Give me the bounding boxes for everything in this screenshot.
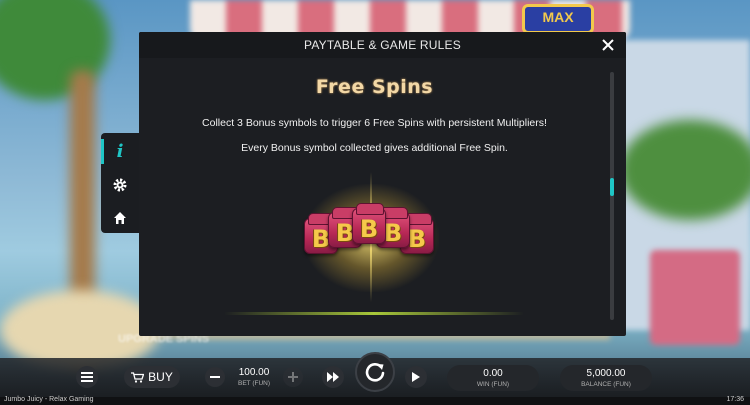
balance-display: 5,000.00 BALANCE (FUN) bbox=[560, 365, 652, 391]
fast-forward-icon bbox=[327, 372, 339, 382]
background-shop bbox=[650, 250, 740, 345]
spin-button[interactable] bbox=[355, 352, 395, 392]
menu-button[interactable] bbox=[76, 366, 98, 388]
win-display: 0.00 WIN (FUN) bbox=[447, 365, 539, 391]
modal-title: PAYTABLE & GAME RULES bbox=[304, 38, 461, 52]
win-value: 0.00 bbox=[483, 368, 503, 379]
autoplay-button[interactable] bbox=[405, 366, 427, 388]
settings-tab[interactable] bbox=[101, 168, 139, 201]
info-icon: i bbox=[116, 141, 124, 162]
decrease-bet-button[interactable] bbox=[205, 367, 225, 387]
side-menu: i bbox=[101, 133, 139, 233]
gear-icon bbox=[113, 178, 127, 191]
game-name: Jumbo Juicy - Relax Gaming bbox=[4, 396, 94, 403]
minus-icon bbox=[210, 376, 220, 378]
spin-icon bbox=[365, 363, 385, 382]
home-tab[interactable] bbox=[101, 201, 139, 234]
home-icon bbox=[114, 211, 126, 224]
close-icon bbox=[602, 39, 614, 51]
plus-icon bbox=[288, 372, 298, 382]
win-label: WIN (FUN) bbox=[476, 381, 510, 388]
right-palm-leaves bbox=[620, 120, 750, 220]
glow-line bbox=[224, 312, 524, 315]
balance-label: BALANCE (FUN) bbox=[581, 381, 631, 388]
hamburger-icon bbox=[81, 372, 93, 382]
status-bar: Jumbo Juicy - Relax Gaming 17:36 bbox=[0, 396, 750, 405]
play-icon bbox=[412, 372, 420, 382]
close-button[interactable] bbox=[598, 35, 618, 55]
modal-header: PAYTABLE & GAME RULES bbox=[139, 32, 626, 58]
buy-button[interactable]: BUY bbox=[124, 366, 180, 388]
increase-bet-button[interactable] bbox=[283, 367, 303, 387]
buy-label: BUY bbox=[148, 370, 173, 384]
rule-text-2: Every Bonus symbol collected gives addit… bbox=[241, 142, 508, 154]
bet-value: 100.00 bbox=[238, 367, 270, 378]
balance-value: 5,000.00 bbox=[586, 368, 626, 379]
paytable-modal: PAYTABLE & GAME RULES Free Spins Collect… bbox=[139, 32, 626, 336]
scrollbar-thumb[interactable] bbox=[610, 178, 614, 196]
rule-text-1: Collect 3 Bonus symbols to trigger 6 Fre… bbox=[202, 117, 547, 129]
max-badge: MAX bbox=[522, 4, 594, 34]
bonus-die: B bbox=[352, 203, 386, 244]
cart-icon bbox=[131, 371, 145, 383]
bet-label: BET (FUN) bbox=[237, 380, 271, 387]
turbo-button[interactable] bbox=[322, 366, 344, 388]
clock: 17:36 bbox=[726, 396, 744, 403]
scrollbar-track[interactable] bbox=[610, 72, 614, 320]
section-title: Free Spins bbox=[315, 76, 434, 98]
info-tab[interactable]: i bbox=[101, 135, 139, 168]
